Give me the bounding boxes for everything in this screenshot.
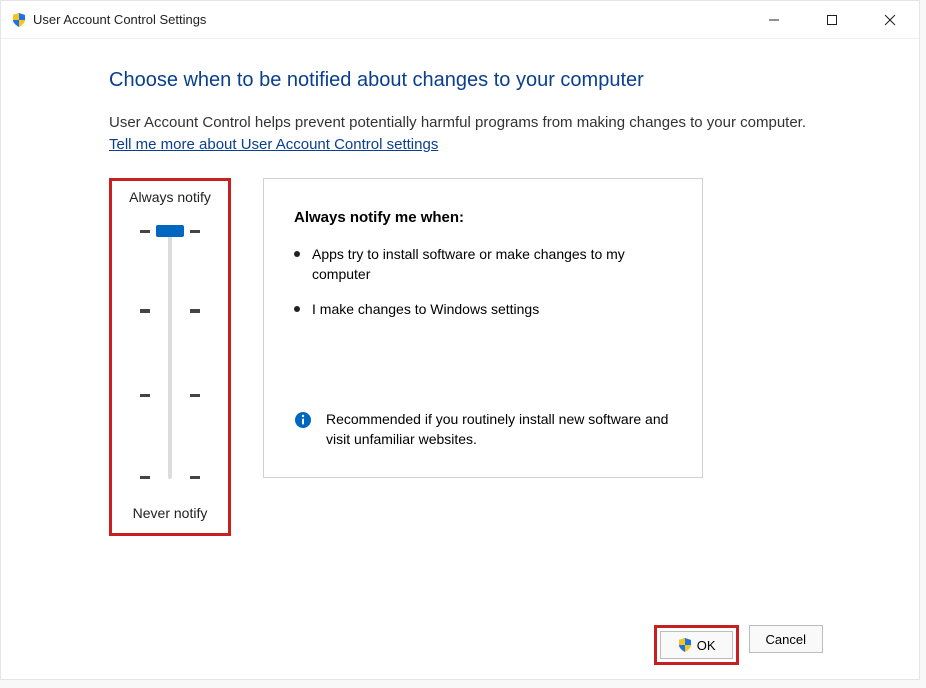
help-link[interactable]: Tell me more about User Account Control … [109,136,438,153]
page-heading: Choose when to be notified about changes… [109,69,879,92]
window-title: User Account Control Settings [27,12,745,27]
ok-button[interactable]: OK [660,631,733,659]
window-controls [745,1,919,38]
info-icon [294,411,312,429]
list-item: Apps try to install software or make cha… [294,244,672,285]
description-title: Always notify me when: [294,209,672,226]
content-area: Choose when to be notified about changes… [1,39,919,566]
recommendation-row: Recommended if you routinely install new… [294,409,672,450]
shield-icon [677,637,693,653]
titlebar: User Account Control Settings [1,1,919,39]
description-box: Always notify me when: Apps try to insta… [263,178,703,478]
slider-track-wrap[interactable] [140,225,200,485]
maximize-button[interactable] [803,1,861,39]
minimize-button[interactable] [745,1,803,39]
main-row: Always notify Never notify Always notify… [109,178,879,536]
close-button[interactable] [861,1,919,39]
cancel-button-label: Cancel [766,632,806,647]
ok-highlight: OK [654,625,739,665]
slider-label-never: Never notify [122,505,218,521]
page-subheading: User Account Control helps prevent poten… [109,114,879,131]
notification-slider-panel: Always notify Never notify [109,178,231,536]
bullet-icon [294,306,300,312]
slider-track [168,231,172,479]
list-item-text: Apps try to install software or make cha… [312,244,672,285]
slider-label-always: Always notify [122,189,218,205]
shield-icon [11,12,27,28]
cancel-button[interactable]: Cancel [749,625,823,653]
list-item: I make changes to Windows settings [294,299,672,319]
recommendation-text: Recommended if you routinely install new… [326,409,672,450]
uac-settings-window: User Account Control Settings Choose whe… [0,0,920,680]
bullet-icon [294,251,300,257]
slider-thumb[interactable] [156,225,184,237]
ok-button-label: OK [697,638,716,653]
list-item-text: I make changes to Windows settings [312,299,539,319]
description-list: Apps try to install software or make cha… [294,244,672,319]
footer-buttons: OK Cancel [654,625,823,665]
